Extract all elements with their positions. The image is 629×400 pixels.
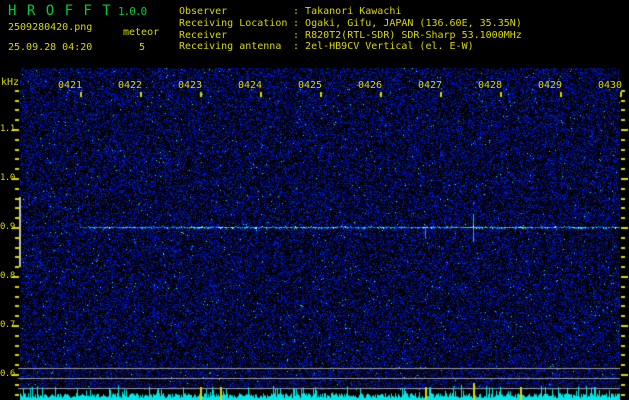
- spectrogram-canvas: [0, 68, 629, 400]
- hrofft-output: H R O F F T 1.0.0 2509280420.png meteor …: [0, 0, 629, 400]
- info-label: Receiving antenna: [179, 41, 293, 53]
- x-axis-tick-label: 0421: [58, 80, 82, 91]
- y-axis-tick-label: 1.0: [0, 173, 15, 183]
- y-axis-tick-label: 0.6: [0, 369, 15, 379]
- datetime-label: 25.09.28 04:20: [8, 42, 92, 53]
- y-axis-tick-label: 0.8: [0, 271, 15, 281]
- output-filename: 2509280420.png: [8, 22, 92, 33]
- info-colon: :: [293, 41, 305, 52]
- x-axis-tick-label: 0428: [478, 80, 502, 91]
- info-value: Takanori Kawachi: [305, 6, 401, 17]
- x-axis-tick-label: 0423: [178, 80, 202, 91]
- x-axis-tick-label: 0426: [358, 80, 382, 91]
- x-axis-tick-label: 0425: [298, 80, 322, 91]
- app-version: 1.0.0: [118, 5, 146, 18]
- info-value: Ogaki, Gifu, JAPAN (136.60E, 35.35N): [305, 18, 522, 29]
- station-info-row: Receiving antenna: 2el-HB9CV Vertical (e…: [179, 41, 522, 53]
- x-axis-tick-label: 0424: [238, 80, 262, 91]
- station-info-row: Receiving Location: Ogaki, Gifu, JAPAN (…: [179, 18, 522, 30]
- info-value: R820T2(RTL-SDR) SDR-Sharp 53.1000MHz: [305, 30, 522, 41]
- app-title: H R O F F T: [8, 3, 112, 19]
- station-info-row: Observer: Takanori Kawachi: [179, 6, 522, 18]
- info-colon: :: [293, 30, 305, 41]
- y-axis-tick-label: 0.9: [0, 222, 15, 232]
- info-colon: :: [293, 18, 305, 29]
- x-axis-tick-label: 0422: [118, 80, 142, 91]
- info-label: Receiver: [179, 30, 293, 42]
- mode-label: meteor: [123, 27, 159, 38]
- meteor-count: 5: [139, 42, 145, 53]
- station-info: Observer: Takanori Kawachi Receiving Loca…: [179, 6, 522, 53]
- y-axis-tick-label: 1.1: [0, 124, 15, 134]
- info-colon: :: [293, 6, 305, 17]
- y-axis-tick-label: 0.7: [0, 320, 15, 330]
- info-label: Observer: [179, 6, 293, 18]
- station-info-row: Receiver: R820T2(RTL-SDR) SDR-Sharp 53.1…: [179, 30, 522, 42]
- x-axis-tick-label: 0430: [598, 80, 622, 91]
- y-axis-unit-label: kHz: [1, 77, 19, 88]
- x-axis-tick-label: 0429: [538, 80, 562, 91]
- info-label: Receiving Location: [179, 18, 293, 30]
- x-axis-tick-label: 0427: [418, 80, 442, 91]
- info-value: 2el-HB9CV Vertical (el. E-W): [305, 41, 474, 52]
